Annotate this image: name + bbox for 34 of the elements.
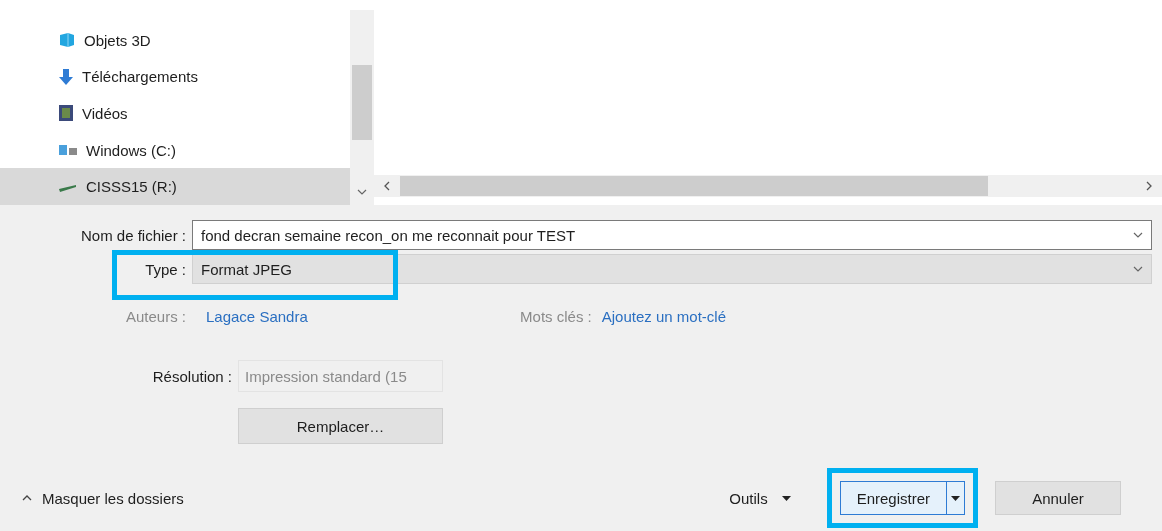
field-label: Nom de fichier : — [79, 226, 187, 244]
dropdown-caret-icon — [1133, 266, 1143, 272]
vertical-scrollbar[interactable] — [350, 10, 374, 205]
download-arrow-icon — [58, 67, 74, 86]
dropdown-caret-icon — [1133, 232, 1143, 238]
folder-tree-item[interactable]: CISSS15 (R:) — [0, 168, 350, 205]
keywords-link[interactable]: Ajoutez un mot-clé — [597, 307, 726, 325]
film-icon — [58, 104, 74, 123]
horizontal-scrollbar[interactable] — [374, 175, 1162, 197]
cube-icon — [58, 32, 76, 49]
save-button[interactable]: Enregistrer — [840, 482, 946, 514]
file-type-dropdown[interactable]: Format JPEG — [192, 254, 1152, 284]
scroll-right-icon — [1146, 181, 1152, 191]
scroll-left-icon — [384, 181, 390, 191]
folder-tree-item[interactable]: Téléchargements — [0, 58, 350, 96]
folder-tree-item[interactable]: Windows (C:) — [0, 131, 350, 169]
tools-menu-button[interactable]: Outils — [723, 488, 797, 508]
dropdown-triangle-icon — [781, 495, 791, 501]
replace-button[interactable]: Remplacer… — [238, 408, 443, 444]
authors-link[interactable]: Lagace Sandra — [192, 307, 308, 325]
cancel-button[interactable]: Annuler — [995, 481, 1121, 515]
folder-tree-item[interactable]: Objets 3D — [0, 22, 350, 59]
dropdown-triangle-icon — [951, 495, 960, 501]
drive-icon — [58, 143, 78, 158]
field-label: Auteurs : — [124, 307, 187, 325]
hide-folders-button[interactable]: Masquer les dossiers — [22, 489, 184, 507]
field-label: Mots clés : — [519, 307, 593, 325]
file-name-field[interactable]: fond decran semaine recon_on me reconnait pour TEST — [192, 220, 1152, 250]
field-label: Type : — [144, 260, 187, 278]
field-label: Résolution : — [151, 367, 233, 385]
save-split-button[interactable]: Enregistrer — [839, 481, 965, 515]
scroll-down-icon — [357, 189, 367, 195]
folder-tree-item[interactable]: Vidéos — [0, 95, 350, 132]
chevron-up-icon — [22, 495, 32, 501]
